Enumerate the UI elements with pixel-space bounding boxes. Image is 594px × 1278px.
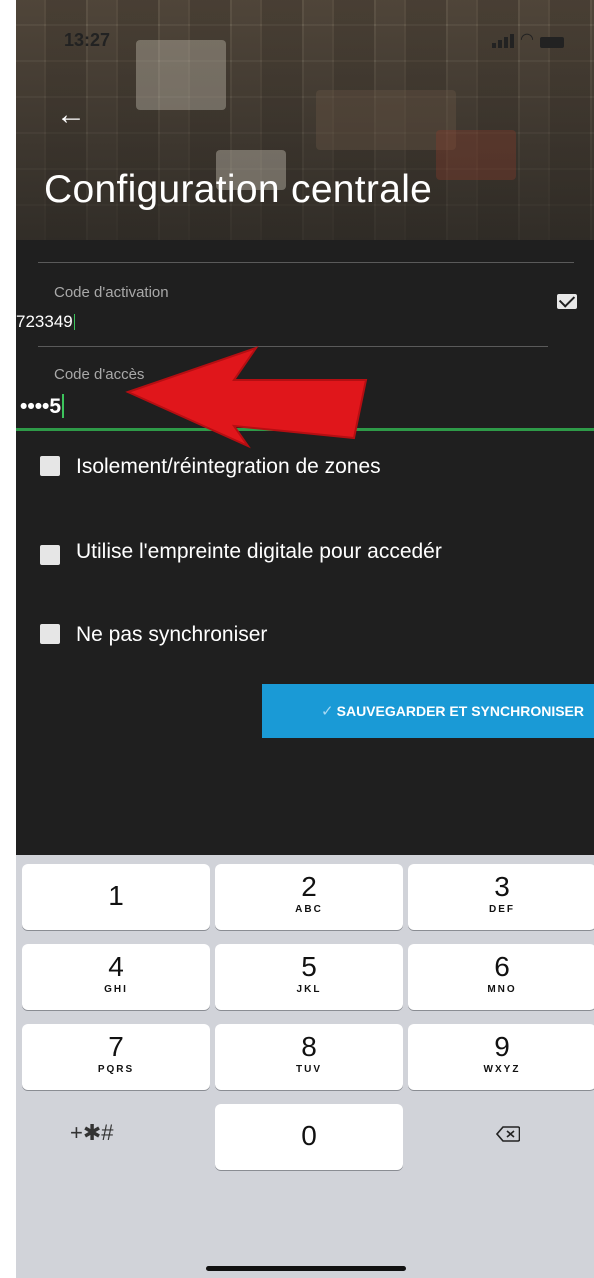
key-9[interactable]: 9 WXYZ bbox=[408, 1024, 594, 1090]
key-1[interactable]: 1 bbox=[22, 864, 210, 930]
key-digit: 3 bbox=[494, 871, 510, 902]
key-digit: 5 bbox=[301, 951, 317, 982]
key-3[interactable]: 3 DEF bbox=[408, 864, 594, 930]
floorplan-room bbox=[136, 40, 226, 110]
checkbox[interactable] bbox=[40, 545, 60, 565]
key-4[interactable]: 4 GHI bbox=[22, 944, 210, 1010]
option-label: Ne pas synchroniser bbox=[76, 623, 268, 646]
key-digit: 1 bbox=[108, 880, 124, 911]
checkbox[interactable] bbox=[40, 624, 60, 644]
home-indicator bbox=[206, 1266, 406, 1271]
numeric-keypad: 1 2 ABC 3 DEF 4 GHI 5 JKL 6 MNO 7 PQRS 8… bbox=[16, 855, 594, 1278]
activation-code-field[interactable]: 723349 bbox=[16, 312, 75, 332]
status-time: 13:27 bbox=[64, 30, 111, 50]
delete-icon[interactable] bbox=[496, 1126, 520, 1142]
divider bbox=[38, 262, 574, 263]
checkbox[interactable] bbox=[40, 456, 60, 476]
annotation-arrow-shape bbox=[125, 346, 368, 449]
key-letters: DEF bbox=[489, 904, 515, 915]
save-and-sync-button[interactable]: ✓ SAUVEGARDER ET SYNCHRONISER bbox=[262, 684, 594, 738]
wifi-icon: ◠ bbox=[520, 31, 534, 48]
key-8[interactable]: 8 TUV bbox=[215, 1024, 403, 1090]
key-symbols[interactable]: +✱# bbox=[70, 1120, 114, 1146]
key-letters: MNO bbox=[487, 984, 517, 995]
access-code-value: ••••5 bbox=[20, 395, 62, 418]
key-letters: PQRS bbox=[97, 1064, 135, 1075]
annotation-arrow-icon bbox=[125, 346, 368, 449]
text-caret bbox=[62, 394, 65, 418]
option-no-sync[interactable]: Ne pas synchroniser bbox=[40, 620, 476, 649]
checkmark-icon: ✓ bbox=[321, 703, 334, 720]
activation-code-label: Code d'activation bbox=[54, 284, 169, 301]
delete-icon-outline bbox=[496, 1126, 520, 1142]
page-title: Configuration centrale bbox=[44, 168, 433, 211]
key-letters: ABC bbox=[295, 904, 323, 915]
key-letters: JKL bbox=[296, 984, 322, 995]
option-label: Utilise l'empreinte digitale pour accedé… bbox=[76, 540, 442, 563]
key-digit: 0 bbox=[301, 1120, 317, 1151]
key-letters: TUV bbox=[296, 1064, 322, 1075]
app-screen: 13:27 ◠ ← Configuration centrale Code d'… bbox=[16, 0, 594, 1278]
key-0[interactable]: 0 bbox=[215, 1104, 403, 1170]
key-letters: WXYZ bbox=[483, 1064, 521, 1075]
key-7[interactable]: 7 PQRS bbox=[22, 1024, 210, 1090]
option-fingerprint[interactable]: Utilise l'empreinte digitale pour accedé… bbox=[40, 537, 456, 566]
floorplan-room bbox=[436, 130, 516, 180]
access-code-field[interactable]: ••••5 bbox=[20, 394, 65, 419]
save-button-label: SAUVEGARDER ET SYNCHRONISER bbox=[336, 703, 584, 719]
key-digit: 9 bbox=[494, 1031, 510, 1062]
key-digit: 7 bbox=[108, 1031, 124, 1062]
key-5[interactable]: 5 JKL bbox=[215, 944, 403, 1010]
delete-icon-cross bbox=[506, 1130, 515, 1138]
signal-icon bbox=[492, 34, 515, 48]
key-letters: GHI bbox=[104, 984, 128, 995]
key-digit: 4 bbox=[108, 951, 124, 982]
key-digit: 2 bbox=[301, 871, 317, 902]
mail-icon[interactable] bbox=[557, 294, 577, 309]
battery-icon bbox=[540, 37, 564, 48]
option-isolation[interactable]: Isolement/réintegration de zones bbox=[40, 452, 476, 481]
activation-code-value: 723349 bbox=[16, 312, 73, 331]
text-caret bbox=[73, 314, 75, 330]
key-digit: 6 bbox=[494, 951, 510, 982]
status-icons: ◠ bbox=[492, 32, 564, 48]
back-arrow-icon[interactable]: ← bbox=[56, 100, 86, 130]
option-label: Isolement/réintegration de zones bbox=[76, 455, 381, 478]
key-6[interactable]: 6 MNO bbox=[408, 944, 594, 1010]
key-digit: 8 bbox=[301, 1031, 317, 1062]
floorplan-room bbox=[316, 90, 456, 150]
key-2[interactable]: 2 ABC bbox=[215, 864, 403, 930]
